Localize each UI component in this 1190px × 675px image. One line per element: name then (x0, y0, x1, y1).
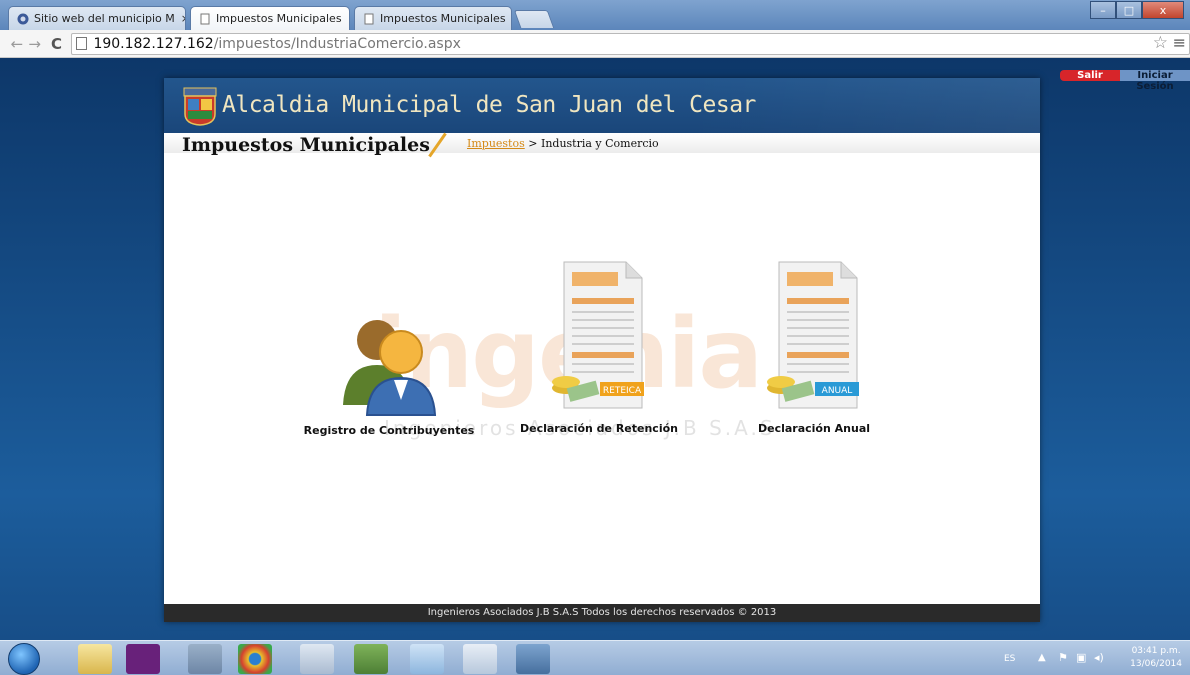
reload-icon[interactable]: C (48, 35, 66, 53)
header-divider (428, 132, 447, 158)
browser-tab-2[interactable]: Impuestos Municipales × (190, 6, 350, 30)
url-path: /impuestos/IndustriaComercio.aspx (213, 35, 461, 52)
tax-form-reteica-icon: RETEICA (552, 261, 644, 409)
section-header: Impuestos Municipales Impuestos > Indust… (164, 132, 1040, 158)
session-controls: Salir Iniciar Sesión (1060, 70, 1190, 92)
page-footer: Ingenieros Asociados J.B S.A.S Todos los… (164, 604, 1040, 622)
clock-date: 13/06/2014 (1130, 659, 1182, 669)
snipping-tool-icon[interactable] (300, 644, 334, 674)
logout-button[interactable]: Salir (1060, 70, 1120, 81)
users-icon (343, 320, 437, 416)
page-background: Salir Iniciar Sesión Alcaldia Municipal … (0, 58, 1190, 640)
volume-icon[interactable]: ◂) (1094, 651, 1104, 664)
address-bar[interactable]: 190.182.127.162/impuestos/IndustriaComer… (71, 32, 1190, 55)
system-tray: ES ▲ ⚑ ▣ ◂) 03:41 p.m. 13/06/2014 (990, 641, 1190, 675)
file-explorer-icon[interactable] (78, 644, 112, 674)
declaracion-retencion-option[interactable]: RETEICA Declaración de Retención (520, 258, 678, 435)
maximize-button[interactable]: □ (1116, 1, 1142, 19)
window-controls: – □ x (1090, 1, 1184, 19)
tab-close-icon[interactable]: × (175, 12, 185, 25)
language-indicator[interactable]: ES (1004, 654, 1015, 664)
forward-arrow-icon[interactable]: → (26, 35, 44, 53)
browser-toolbar: ← → C 190.182.127.162/impuestos/Industri… (0, 30, 1190, 58)
show-hidden-icons-icon[interactable]: ▲ (1038, 652, 1046, 663)
breadcrumb-current: Industria y Comercio (540, 137, 659, 150)
tab-title: Sitio web del municipio M (34, 12, 175, 25)
registro-contribuyentes-option[interactable]: Registro de Contribuyentes (304, 310, 474, 437)
minimize-button[interactable]: – (1090, 1, 1116, 19)
network-icon[interactable]: ▣ (1076, 651, 1086, 664)
tab-close-icon[interactable]: × (342, 12, 349, 25)
page-icon (364, 13, 374, 24)
browser-tab-3[interactable]: Impuestos Municipales × (354, 6, 512, 30)
page-icon (76, 37, 88, 50)
browser-tab-1[interactable]: Sitio web del municipio M × (8, 6, 186, 30)
action-center-flag-icon[interactable]: ⚑ (1058, 651, 1068, 664)
login-button[interactable]: Iniciar Sesión (1120, 70, 1190, 92)
site-banner: Alcaldia Municipal de San Juan del Cesar (164, 78, 1040, 133)
globe-icon (17, 13, 29, 24)
url-host: 190.182.127.162 (93, 35, 214, 52)
browser-tab-bar: Sitio web del municipio M × Impuestos Mu… (0, 0, 1190, 30)
page-title: Impuestos Municipales (182, 134, 430, 156)
visual-studio-icon[interactable] (126, 644, 160, 674)
bookmark-star-icon[interactable]: ☆ (1153, 33, 1168, 53)
chrome-icon[interactable] (238, 644, 272, 674)
tab-title: Impuestos Municipales (216, 12, 342, 25)
breadcrumb-separator: > (524, 137, 541, 150)
retencion-label: Declaración de Retención (520, 422, 678, 435)
tab-close-icon[interactable]: × (506, 12, 511, 25)
breadcrumb-link-impuestos[interactable]: Impuestos (467, 137, 525, 150)
paint-icon[interactable] (463, 644, 497, 674)
site-title: Alcaldia Municipal de San Juan del Cesar (222, 92, 756, 118)
close-window-button[interactable]: x (1142, 1, 1184, 19)
network-tool-icon[interactable] (188, 644, 222, 674)
start-button[interactable] (8, 643, 40, 675)
clock-time: 03:41 p.m. (1131, 646, 1181, 656)
municipality-crest-icon (183, 87, 217, 126)
breadcrumb: Impuestos > Industria y Comercio (467, 137, 659, 150)
app-icon[interactable] (410, 644, 444, 674)
windows-taskbar: ES ▲ ⚑ ▣ ◂) 03:41 p.m. 13/06/2014 (0, 640, 1190, 675)
tab-title: Impuestos Municipales (380, 12, 506, 25)
anual-badge: ANUAL (822, 386, 853, 396)
page-icon (200, 13, 210, 24)
anual-label: Declaración Anual (757, 422, 871, 435)
registro-label: Registro de Contribuyentes (303, 424, 475, 437)
tax-form-anual-icon: ANUAL (767, 261, 859, 409)
app-icon[interactable] (354, 644, 388, 674)
main-container: Alcaldia Municipal de San Juan del Cesar… (164, 78, 1040, 622)
clock[interactable]: 03:41 p.m. 13/06/2014 (1130, 645, 1182, 671)
remote-desktop-icon[interactable] (516, 644, 550, 674)
reteica-badge: RETEICA (603, 386, 642, 396)
declaracion-anual-option[interactable]: ANUAL Declaración Anual (754, 258, 874, 435)
browser-menu-icon[interactable]: ≡ (1173, 33, 1186, 52)
back-arrow-icon[interactable]: ← (8, 35, 26, 53)
new-tab-button[interactable] (513, 10, 555, 28)
